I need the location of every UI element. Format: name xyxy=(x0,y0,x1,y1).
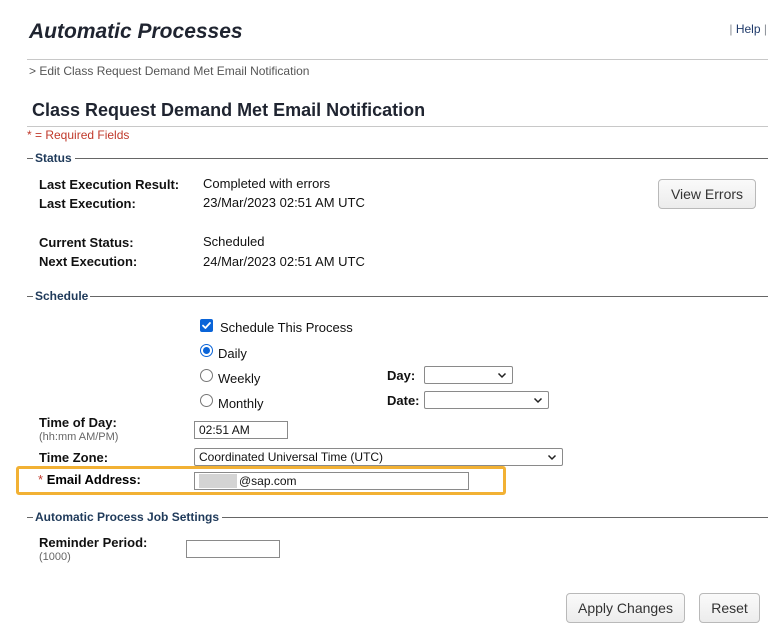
time-zone-select[interactable]: Coordinated Universal Time (UTC) xyxy=(194,448,563,466)
job-settings-legend-line xyxy=(222,517,768,518)
reset-button[interactable]: Reset xyxy=(699,593,760,623)
radio-selected-dot xyxy=(203,347,210,354)
last-result-value: Completed with errors xyxy=(203,176,331,191)
reminder-period-label: Reminder Period: xyxy=(39,535,148,550)
schedule-legend-line-left xyxy=(27,296,33,297)
job-settings-legend-line-left xyxy=(27,517,33,518)
view-errors-button[interactable]: View Errors xyxy=(658,179,756,209)
frequency-daily-radio[interactable] xyxy=(200,344,213,357)
current-status-label: Current Status: xyxy=(39,235,134,250)
time-of-day-input[interactable]: 02:51 AM xyxy=(194,421,288,439)
email-field[interactable]: @sap.com xyxy=(194,472,469,490)
schedule-process-checkbox[interactable] xyxy=(200,319,213,332)
time-of-day-label: Time of Day: xyxy=(39,415,117,430)
header-divider xyxy=(27,59,768,60)
email-label: Email Address: xyxy=(46,472,141,487)
last-execution-label: Last Execution: xyxy=(39,196,136,211)
help-link[interactable]: Help xyxy=(736,22,761,36)
email-label-group: * Email Address: xyxy=(38,472,141,487)
frequency-monthly-radio[interactable] xyxy=(200,394,213,407)
form-heading: Class Request Demand Met Email Notificat… xyxy=(32,100,426,120)
status-legend: Status xyxy=(34,151,73,165)
next-execution-label: Next Execution: xyxy=(39,254,138,269)
date-label: Date: xyxy=(387,393,420,408)
chevron-down-icon xyxy=(497,372,507,379)
schedule-legend-line xyxy=(90,296,768,297)
frequency-weekly-radio[interactable] xyxy=(200,369,213,382)
breadcrumb[interactable]: > Edit Class Request Demand Met Email No… xyxy=(29,64,309,78)
status-legend-line-left xyxy=(27,158,33,159)
page-title: Automatic Processes xyxy=(29,20,243,43)
reminder-period-hint: (1000) xyxy=(39,551,71,563)
time-of-day-hint: (hh:mm AM/PM) xyxy=(39,431,119,443)
chevron-down-icon xyxy=(533,397,543,404)
redacted-username xyxy=(199,474,237,488)
apply-changes-button[interactable]: Apply Changes xyxy=(566,593,685,623)
status-legend-line xyxy=(75,158,768,159)
last-result-label: Last Execution Result: xyxy=(39,177,180,192)
frequency-weekly-label: Weekly xyxy=(218,371,261,386)
help-separator-left: | xyxy=(729,22,733,36)
email-field-value: @sap.com xyxy=(239,474,297,488)
day-label: Day: xyxy=(387,368,416,383)
required-asterisk: * xyxy=(38,472,44,487)
schedule-legend: Schedule xyxy=(34,289,90,303)
help-separator-right: | xyxy=(763,22,767,36)
time-zone-select-value: Coordinated Universal Time (UTC) xyxy=(199,450,384,464)
schedule-process-label: Schedule This Process xyxy=(220,320,353,335)
chevron-down-icon xyxy=(547,454,557,461)
day-select[interactable] xyxy=(424,366,513,384)
required-fields-note: * = Required Fields xyxy=(27,128,130,142)
reminder-period-input[interactable] xyxy=(186,540,280,558)
next-execution-value: 24/Mar/2023 02:51 AM UTC xyxy=(203,254,365,269)
last-execution-value: 23/Mar/2023 02:51 AM UTC xyxy=(203,195,365,210)
heading-divider xyxy=(27,126,768,127)
checkmark-icon xyxy=(202,322,211,329)
frequency-monthly-label: Monthly xyxy=(218,396,264,411)
help-link-group: | Help | xyxy=(729,22,767,36)
current-status-value: Scheduled xyxy=(203,234,265,249)
date-select[interactable] xyxy=(424,391,549,409)
frequency-daily-label: Daily xyxy=(218,346,247,361)
job-settings-legend: Automatic Process Job Settings xyxy=(34,510,221,524)
time-zone-label: Time Zone: xyxy=(39,450,109,465)
